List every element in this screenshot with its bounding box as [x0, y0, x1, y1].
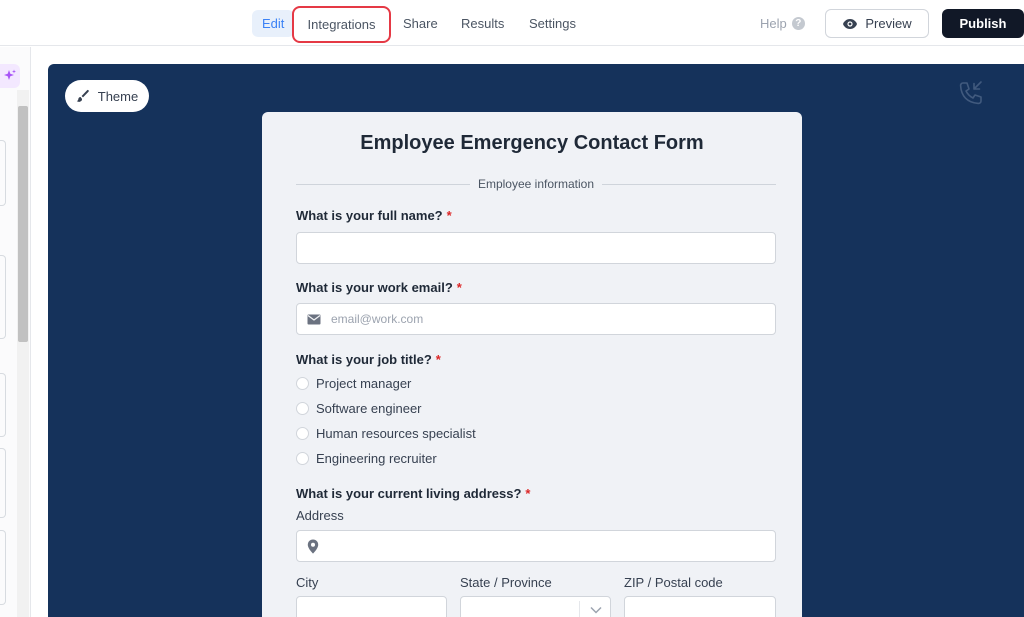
- eye-icon: [843, 18, 858, 29]
- tab-integrations[interactable]: Integrations: [292, 6, 391, 43]
- option-label: Software engineer: [316, 401, 422, 416]
- paintbrush-icon: [76, 89, 89, 102]
- chevron-down-icon: [590, 606, 602, 614]
- state-select[interactable]: [460, 596, 611, 617]
- option-label: Engineering recruiter: [316, 451, 437, 466]
- zip-label: ZIP / Postal code: [624, 575, 723, 590]
- form-canvas: Theme Employee Emergency Contact Form Em…: [48, 64, 1024, 617]
- section-label[interactable]: Employee information: [478, 177, 594, 191]
- divider-line: [296, 183, 470, 185]
- question-work-email-label[interactable]: What is your work email? *: [296, 280, 462, 295]
- city-label: City: [296, 575, 319, 590]
- top-bar: Edit Integrations Share Results Settings…: [0, 0, 1024, 46]
- help-link[interactable]: Help ?: [760, 16, 805, 31]
- tab-settings[interactable]: Settings: [519, 10, 586, 37]
- question-text: What is your current living address?: [296, 486, 522, 501]
- question-icon: ?: [791, 17, 805, 30]
- required-marker: *: [446, 208, 452, 223]
- tab-edit[interactable]: Edit: [252, 10, 295, 37]
- theme-button[interactable]: Theme: [65, 80, 149, 112]
- incoming-call-icon[interactable]: [955, 79, 985, 109]
- work-email-input[interactable]: email@work.com: [296, 303, 776, 335]
- option-label: Project manager: [316, 376, 412, 391]
- email-placeholder: email@work.com: [331, 312, 424, 326]
- sidebar-block: [0, 530, 6, 605]
- sidebar-scrollbar-thumb[interactable]: [18, 106, 28, 342]
- required-marker: *: [456, 280, 462, 295]
- section-divider: Employee information: [296, 176, 776, 192]
- required-marker: *: [525, 486, 531, 501]
- city-input[interactable]: [296, 596, 447, 617]
- question-text: What is your job title?: [296, 352, 432, 367]
- sidebar-block: [0, 140, 6, 206]
- address-input[interactable]: [296, 530, 776, 562]
- map-pin-icon: [307, 539, 319, 553]
- job-option-hr-specialist[interactable]: Human resources specialist: [296, 426, 476, 441]
- sparkle-icon: [4, 69, 16, 80]
- question-text: What is your work email?: [296, 280, 453, 295]
- required-marker: *: [435, 352, 441, 367]
- divider-line: [602, 183, 776, 185]
- question-address-label[interactable]: What is your current living address? *: [296, 486, 530, 501]
- job-option-software-engineer[interactable]: Software engineer: [296, 401, 422, 416]
- theme-label: Theme: [97, 88, 139, 104]
- question-full-name-label[interactable]: What is your full name? *: [296, 208, 452, 223]
- question-job-title-label[interactable]: What is your job title? *: [296, 352, 441, 367]
- option-label: Human resources specialist: [316, 426, 476, 441]
- address-sublabel: Address: [296, 508, 344, 523]
- state-label: State / Province: [460, 575, 552, 590]
- ai-assistant-button[interactable]: [0, 64, 20, 88]
- radio-circle[interactable]: [296, 402, 309, 415]
- radio-circle[interactable]: [296, 452, 309, 465]
- job-option-project-manager[interactable]: Project manager: [296, 376, 411, 391]
- preview-label: Preview: [865, 16, 912, 31]
- job-option-engineering-recruiter[interactable]: Engineering recruiter: [296, 451, 437, 466]
- zip-input[interactable]: [624, 596, 776, 617]
- form-card: Employee Emergency Contact Form Employee…: [262, 112, 802, 617]
- envelope-icon: [307, 314, 321, 324]
- sidebar-block: [0, 373, 6, 437]
- form-title[interactable]: Employee Emergency Contact Form: [262, 132, 802, 155]
- sidebar-block: [0, 448, 6, 518]
- radio-circle[interactable]: [296, 377, 309, 390]
- select-separator: [579, 601, 580, 617]
- radio-circle[interactable]: [296, 427, 309, 440]
- sidebar-block: [0, 255, 6, 339]
- preview-button[interactable]: Preview: [825, 9, 929, 38]
- question-text: What is your full name?: [296, 208, 443, 223]
- help-label: Help: [760, 16, 787, 31]
- full-name-input[interactable]: [296, 232, 776, 264]
- publish-button[interactable]: Publish: [942, 9, 1024, 38]
- tab-share[interactable]: Share: [393, 10, 448, 37]
- tab-results[interactable]: Results: [451, 10, 514, 37]
